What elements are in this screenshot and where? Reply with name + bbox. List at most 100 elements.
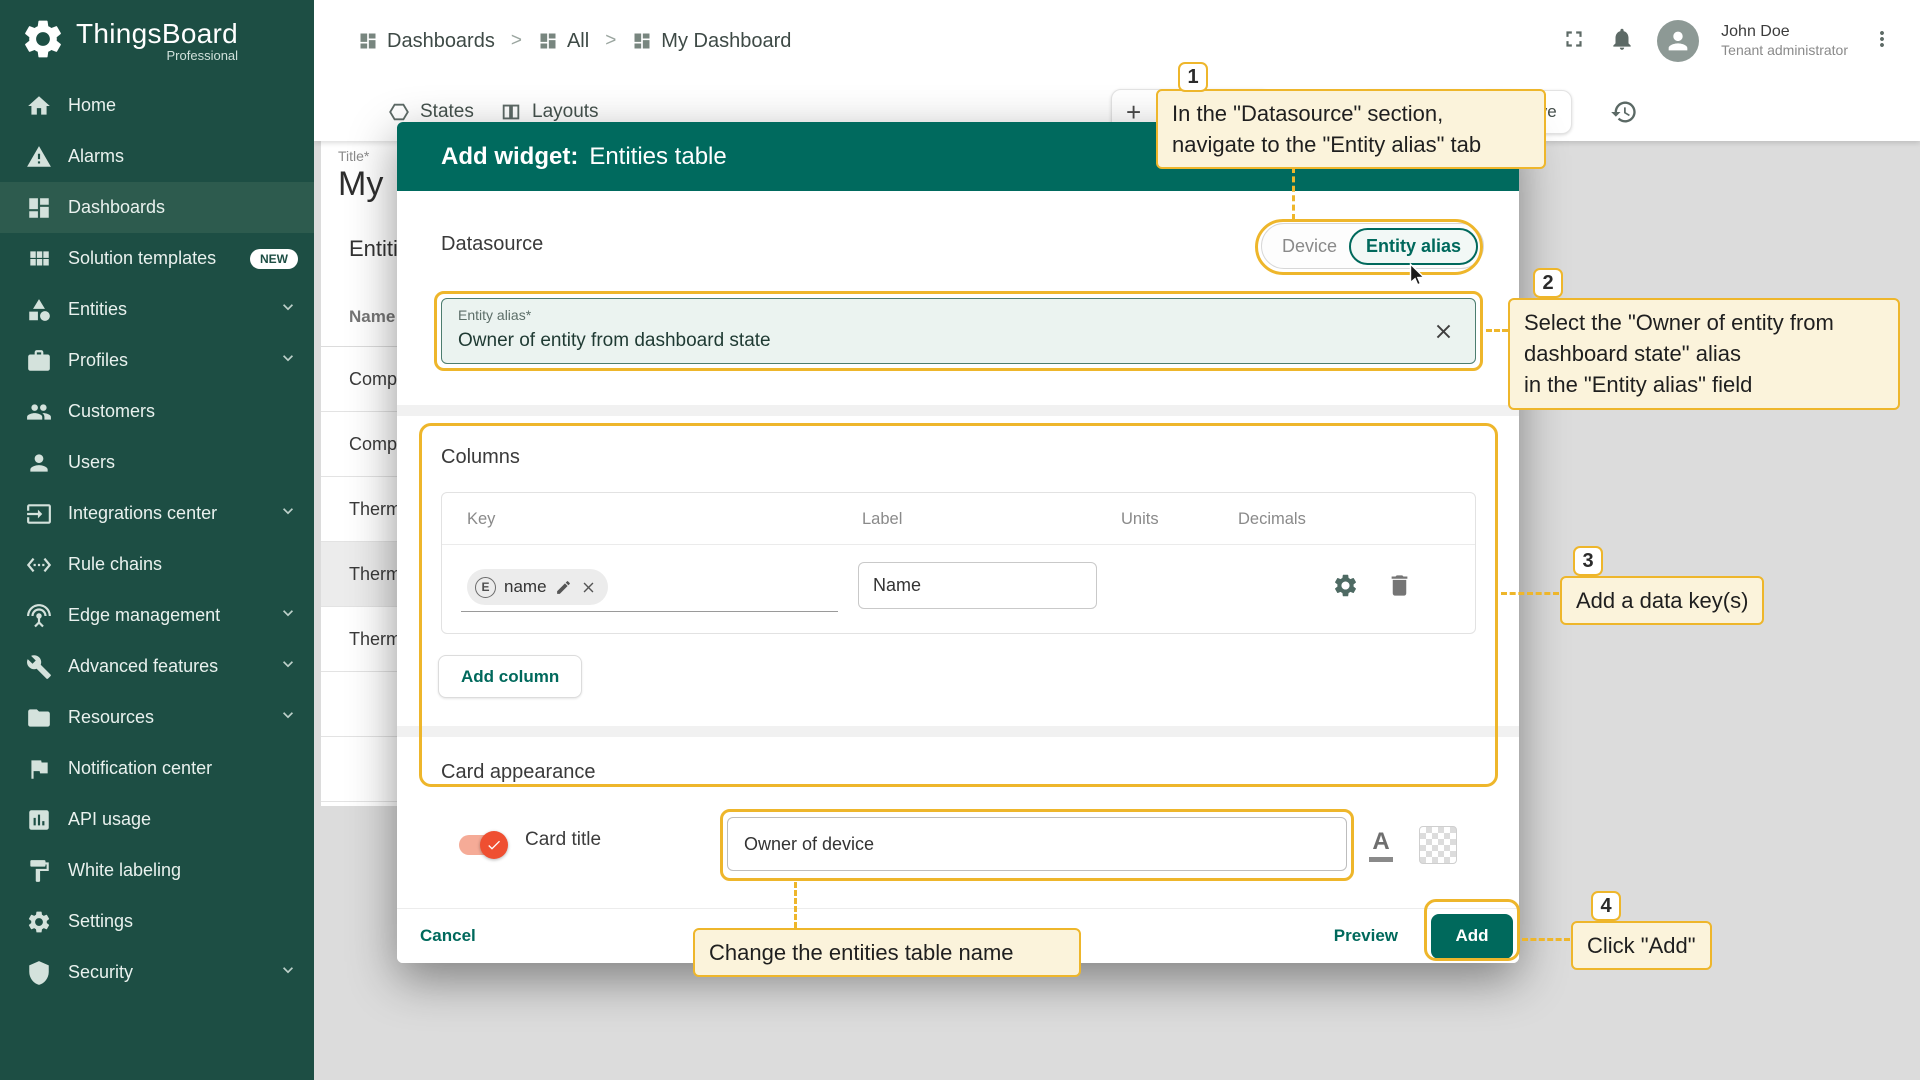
breadcrumb-all[interactable]: All	[538, 30, 589, 53]
card-title-label: Card title	[525, 829, 601, 851]
add-column-button[interactable]: Add column	[438, 655, 582, 698]
fullscreen-icon[interactable]	[1561, 26, 1587, 57]
folder-icon	[26, 705, 52, 731]
dashboard-title-label: Title*	[338, 148, 369, 164]
tab-device[interactable]: Device	[1270, 236, 1349, 257]
annotation-step1: In the "Datasource" section, navigate to…	[1156, 89, 1546, 169]
sidebar-item-alarms[interactable]: Alarms	[0, 131, 314, 182]
sidebar-item-users[interactable]: Users	[0, 437, 314, 488]
columns-heading: Columns	[441, 446, 520, 469]
column-header-key: Key	[467, 493, 495, 545]
tab-entity-alias[interactable]: Entity alias	[1349, 228, 1478, 265]
notifications-bell-icon[interactable]	[1609, 26, 1635, 57]
annotation-step3-number: 3	[1573, 546, 1603, 576]
chevron-down-icon	[278, 501, 298, 526]
breadcrumb-separator: >	[605, 30, 616, 52]
text-format-icon[interactable]: A	[1359, 823, 1403, 869]
sidebar-item-security[interactable]: Security	[0, 947, 314, 998]
format-color-bar	[1369, 857, 1393, 862]
key-field-underline	[461, 611, 838, 612]
add-widget-submit-button[interactable]: Add	[1431, 914, 1513, 959]
annotation-step3: Add a data key(s)	[1560, 576, 1764, 625]
annotation-step2-number: 2	[1533, 268, 1563, 298]
entity-alias-field[interactable]: Entity alias* Owner of entity from dashb…	[441, 298, 1476, 364]
edit-key-icon[interactable]	[555, 579, 572, 596]
data-key-chip[interactable]: E name	[467, 569, 608, 605]
remove-key-icon[interactable]	[580, 579, 597, 596]
column-header-units: Units	[1121, 493, 1159, 545]
annotation-step1-number: 1	[1178, 62, 1208, 92]
breadcrumb-dashboards[interactable]: Dashboards	[358, 30, 495, 53]
thingsboard-logo[interactable]: ThingsBoard Professional	[0, 0, 314, 78]
app-window: Title* My Entities Name Compre Compre Th…	[0, 0, 1920, 1080]
columns-table-header: Key Label Units Decimals	[442, 493, 1475, 545]
sidebar-item-api-usage[interactable]: API usage	[0, 794, 314, 845]
chevron-down-icon	[278, 654, 298, 679]
dashboard-title-value[interactable]: My	[338, 165, 383, 204]
dialog-title-prefix: Add widget:	[441, 143, 578, 171]
sidebar-item-dashboards[interactable]: Dashboards	[0, 182, 314, 233]
sidebar-item-entities[interactable]: Entities	[0, 284, 314, 335]
preview-link[interactable]: Preview	[1334, 926, 1398, 946]
integrations-icon	[26, 501, 52, 527]
column-header-decimals: Decimals	[1238, 493, 1306, 545]
warning-icon	[26, 144, 52, 170]
annotation-note: Change the entities table name	[693, 928, 1081, 977]
card-title-toggle[interactable]	[459, 835, 505, 855]
annotation-step4: Click "Add"	[1571, 921, 1712, 970]
chevron-down-icon	[278, 603, 298, 628]
briefcase-icon	[26, 348, 52, 374]
wrench-icon	[26, 654, 52, 680]
user-name: John Doe	[1721, 22, 1848, 42]
templates-icon	[26, 246, 52, 272]
dashboard-icon	[358, 31, 378, 51]
breadcrumb-my-dashboard[interactable]: My Dashboard	[632, 30, 791, 53]
history-icon	[1610, 98, 1638, 126]
card-title-input[interactable]	[727, 817, 1347, 871]
add-widget-dialog: Add widget: Entities table Datasource De…	[397, 122, 1519, 963]
sidebar-item-advanced-features[interactable]: Advanced features	[0, 641, 314, 692]
key-settings-gear-icon[interactable]	[1332, 572, 1359, 604]
avatar[interactable]	[1657, 20, 1699, 62]
states-icon	[388, 101, 410, 123]
breadcrumb-separator: >	[511, 30, 522, 52]
clear-alias-icon[interactable]	[1432, 320, 1455, 348]
sidebar-item-integrations-center[interactable]: Integrations center	[0, 488, 314, 539]
sidebar-item-edge-management[interactable]: Edge management	[0, 590, 314, 641]
sidebar-item-notification-center[interactable]: Notification center	[0, 743, 314, 794]
sidebar-item-settings[interactable]: Settings	[0, 896, 314, 947]
sidebar-item-resources[interactable]: Resources	[0, 692, 314, 743]
sidebar: ThingsBoard Professional Home Alarms Das…	[0, 0, 314, 1080]
sidebar-item-profiles[interactable]: Profiles	[0, 335, 314, 386]
sidebar-item-rule-chains[interactable]: Rule chains	[0, 539, 314, 590]
kebab-menu-icon[interactable]	[1870, 27, 1894, 56]
new-badge: NEW	[250, 249, 298, 269]
sidebar-item-customers[interactable]: Customers	[0, 386, 314, 437]
header-actions: John Doe Tenant administrator	[1561, 20, 1920, 62]
entities-column-header: Name	[349, 307, 395, 327]
entities-icon	[26, 297, 52, 323]
entity-field-icon: E	[475, 577, 496, 598]
user-info[interactable]: John Doe Tenant administrator	[1721, 22, 1848, 60]
column-row: E name	[442, 545, 1475, 633]
history-button[interactable]	[1604, 97, 1644, 130]
sidebar-item-white-labeling[interactable]: White labeling	[0, 845, 314, 896]
delete-column-trash-icon[interactable]	[1386, 572, 1413, 604]
chevron-down-icon	[278, 960, 298, 985]
sidebar-item-solution-templates[interactable]: Solution templates NEW	[0, 233, 314, 284]
sidebar-item-home[interactable]: Home	[0, 80, 314, 131]
columns-table: Key Label Units Decimals E name	[441, 492, 1476, 634]
dialog-title-widget-name: Entities table	[589, 143, 726, 171]
dashboards-icon	[26, 195, 52, 221]
background-color-picker-icon[interactable]	[1419, 826, 1457, 864]
column-label-input[interactable]	[858, 562, 1097, 609]
toggle-thumb-check-icon	[480, 831, 508, 859]
dialog-cancel-link[interactable]: Cancel	[420, 926, 476, 946]
datasource-type-toggle: Device Entity alias	[1261, 223, 1484, 269]
card-appearance-heading: Card appearance	[441, 761, 596, 784]
dashboard-icon	[632, 31, 652, 51]
entity-alias-field-value: Owner of entity from dashboard state	[458, 330, 771, 352]
chart-icon	[26, 807, 52, 833]
home-icon	[26, 93, 52, 119]
dashboard-icon	[538, 31, 558, 51]
